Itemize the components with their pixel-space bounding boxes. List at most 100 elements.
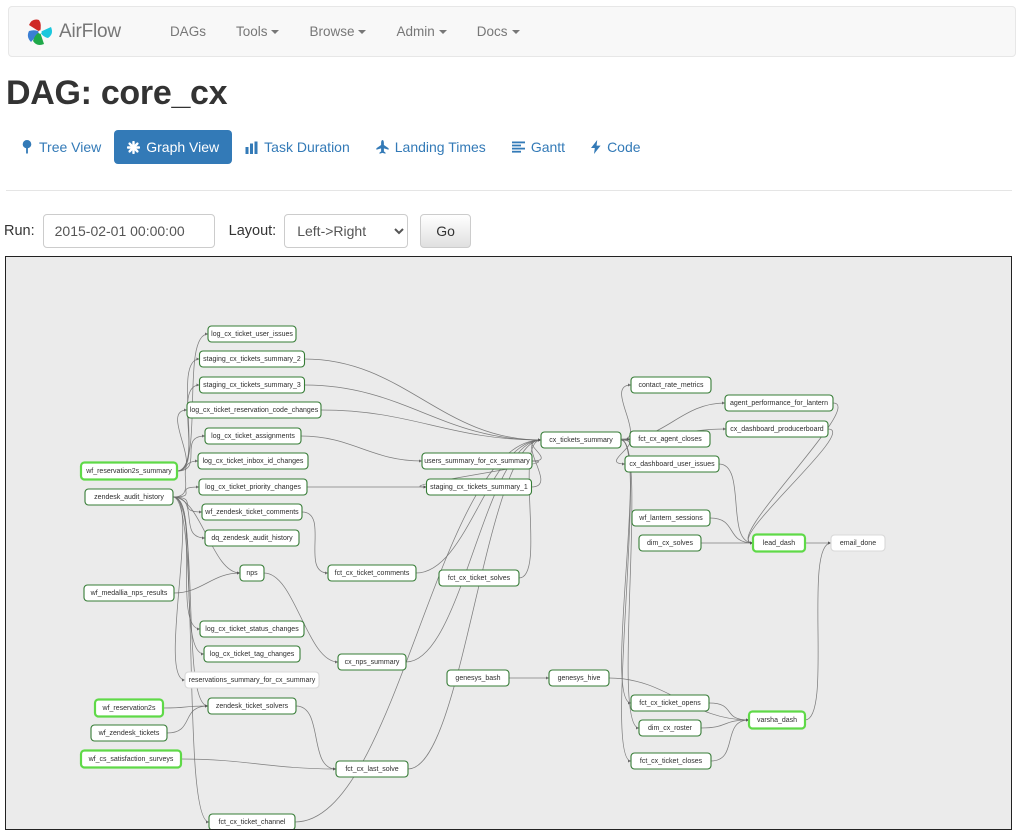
dag-graph-svg[interactable]: log_cx_ticket_user_issues staging_cx_tick… [6, 257, 1011, 829]
dag-task-node-rect[interactable] [93, 698, 165, 718]
layout-select[interactable]: Left->Right [284, 214, 409, 248]
dag-task-node-rect[interactable] [540, 431, 622, 449]
dag-task-node-rect[interactable] [203, 645, 301, 663]
dag-task-node-rect[interactable] [337, 653, 407, 671]
dag-task-node[interactable]: staging_cx_tickets_summary_2 [198, 350, 306, 368]
dag-task-node-rect[interactable] [239, 564, 265, 582]
dag-task-node-rect[interactable] [751, 533, 807, 553]
dag-task-node[interactable]: log_cx_ticket_tag_changes [203, 645, 301, 663]
dag-task-node[interactable]: wf_reservation2s [93, 698, 165, 718]
nav-item-tools[interactable]: Tools [221, 7, 295, 56]
dag-task-node-rect[interactable] [207, 697, 297, 715]
dag-task-node[interactable]: zendesk_audit_history [84, 488, 174, 506]
dag-task-node[interactable]: log_cx_ticket_reservation_code_changes [186, 401, 322, 419]
dag-task-node[interactable]: fct_cx_ticket_channel [208, 813, 296, 829]
dag-task-node[interactable]: cx_nps_summary [337, 653, 407, 671]
dag-task-node[interactable]: cx_dashboard_producerboard [725, 420, 829, 438]
dag-task-node-rect[interactable] [425, 478, 533, 496]
dag-task-node-rect[interactable] [630, 694, 710, 712]
dag-task-node[interactable]: wf_medallia_nps_results [83, 584, 175, 602]
dag-task-node-rect[interactable] [630, 376, 712, 394]
tab-graph-view[interactable]: Graph View [114, 130, 233, 164]
dag-task-node[interactable]: dq_zendesk_audit_history [204, 529, 300, 547]
dag-task-node-rect[interactable] [629, 430, 711, 448]
dag-task-node-rect[interactable] [446, 669, 510, 687]
dag-task-node-rect[interactable] [204, 427, 302, 445]
dag-task-node-rect[interactable] [638, 719, 702, 737]
go-button[interactable]: Go [420, 214, 471, 248]
dag-task-node[interactable]: fct_cx_ticket_comments [327, 564, 417, 582]
tab-tree-view[interactable]: Tree View [8, 130, 114, 164]
dag-task-node-rect[interactable] [84, 488, 174, 506]
dag-task-node-rect[interactable] [83, 584, 175, 602]
dag-task-node[interactable]: wf_zendesk_tickets [90, 724, 168, 742]
dag-task-node-rect[interactable] [725, 420, 829, 438]
dag-task-node[interactable]: reservations_summary_for_cx_summary [184, 671, 320, 689]
dag-task-node[interactable]: dim_cx_solves [638, 534, 702, 552]
tab-gantt[interactable]: Gantt [499, 130, 578, 164]
dag-task-node-rect[interactable] [198, 376, 306, 394]
dag-task-node[interactable]: cx_dashboard_user_issues [624, 455, 720, 473]
dag-task-node-rect[interactable] [327, 564, 417, 582]
dag-task-node-rect[interactable] [207, 325, 297, 343]
dag-task-node-rect[interactable] [90, 724, 168, 742]
dag-task-node[interactable]: staging_cx_tickets_summary_1 [425, 478, 533, 496]
dag-task-node[interactable]: genesys_hive [548, 669, 610, 687]
brand-link[interactable]: AirFlow [23, 15, 121, 49]
dag-task-node[interactable]: wf_lantern_sessions [631, 509, 711, 527]
dag-task-node-rect[interactable] [335, 760, 409, 778]
run-input[interactable] [42, 214, 215, 248]
dag-task-node[interactable]: wf_cs_satisfaction_surveys [79, 749, 183, 769]
dag-task-node-rect[interactable] [638, 534, 702, 552]
dag-task-node-rect[interactable] [79, 461, 179, 481]
dag-task-node[interactable]: fct_cx_ticket_solves [438, 569, 520, 587]
nav-item-dags[interactable]: DAGs [155, 7, 221, 56]
dag-task-node-rect[interactable] [631, 509, 711, 527]
dag-task-node-rect[interactable] [747, 710, 807, 730]
dag-task-node[interactable]: fct_cx_last_solve [335, 760, 409, 778]
nav-item-browse[interactable]: Browse [294, 7, 381, 56]
node-layer[interactable]: log_cx_ticket_user_issues staging_cx_tick… [79, 325, 886, 829]
dag-task-node[interactable]: zendesk_ticket_solvers [207, 697, 297, 715]
dag-task-node[interactable]: log_cx_ticket_user_issues [207, 325, 297, 343]
dag-task-node[interactable]: log_cx_ticket_priority_changes [198, 478, 308, 496]
dag-task-node[interactable]: cx_tickets_summary [540, 431, 622, 449]
dag-task-node[interactable]: wf_zendesk_ticket_comments [201, 503, 303, 521]
dag-task-node-rect[interactable] [830, 534, 886, 552]
dag-task-node[interactable]: wf_reservation2s_summary [79, 461, 179, 481]
dag-task-node[interactable]: users_summary_for_cx_summary [421, 452, 533, 470]
tab-code[interactable]: Code [578, 130, 653, 164]
dag-task-node[interactable]: agent_performance_for_lantern [724, 394, 834, 412]
dag-task-node[interactable]: email_done [830, 534, 886, 552]
dag-task-node[interactable]: nps [239, 564, 265, 582]
dag-task-node-rect[interactable] [624, 455, 720, 473]
dag-task-node-rect[interactable] [197, 452, 309, 470]
dag-task-node-rect[interactable] [201, 503, 303, 521]
dag-task-node[interactable]: log_cx_ticket_assignments [204, 427, 302, 445]
dag-task-node[interactable]: lead_dash [751, 533, 807, 553]
dag-task-node-rect[interactable] [199, 620, 305, 638]
dag-task-node-rect[interactable] [204, 529, 300, 547]
dag-task-node-rect[interactable] [79, 749, 183, 769]
dag-task-node[interactable]: varsha_dash [747, 710, 807, 730]
dag-task-node-rect[interactable] [198, 350, 306, 368]
dag-task-node-rect[interactable] [724, 394, 834, 412]
dag-task-node[interactable]: fct_cx_agent_closes [629, 430, 711, 448]
dag-graph-panel[interactable]: log_cx_ticket_user_issues staging_cx_tick… [5, 256, 1012, 830]
dag-task-node[interactable]: fct_cx_ticket_opens [630, 694, 710, 712]
tab-landing-times[interactable]: Landing Times [363, 130, 499, 164]
dag-task-node-rect[interactable] [438, 569, 520, 587]
dag-task-node[interactable]: dim_cx_roster [638, 719, 702, 737]
nav-item-admin[interactable]: Admin [381, 7, 461, 56]
dag-task-node-rect[interactable] [208, 813, 296, 829]
dag-task-node[interactable]: log_cx_ticket_status_changes [199, 620, 305, 638]
tab-task-duration[interactable]: Task Duration [232, 130, 363, 164]
dag-task-node-rect[interactable] [630, 752, 712, 770]
dag-task-node[interactable]: genesys_bash [446, 669, 510, 687]
nav-item-docs[interactable]: Docs [462, 7, 535, 56]
dag-task-node-rect[interactable] [421, 452, 533, 470]
dag-task-node-rect[interactable] [198, 478, 308, 496]
dag-task-node[interactable]: fct_cx_ticket_closes [630, 752, 712, 770]
dag-task-node-rect[interactable] [186, 401, 322, 419]
dag-task-node-rect[interactable] [548, 669, 610, 687]
